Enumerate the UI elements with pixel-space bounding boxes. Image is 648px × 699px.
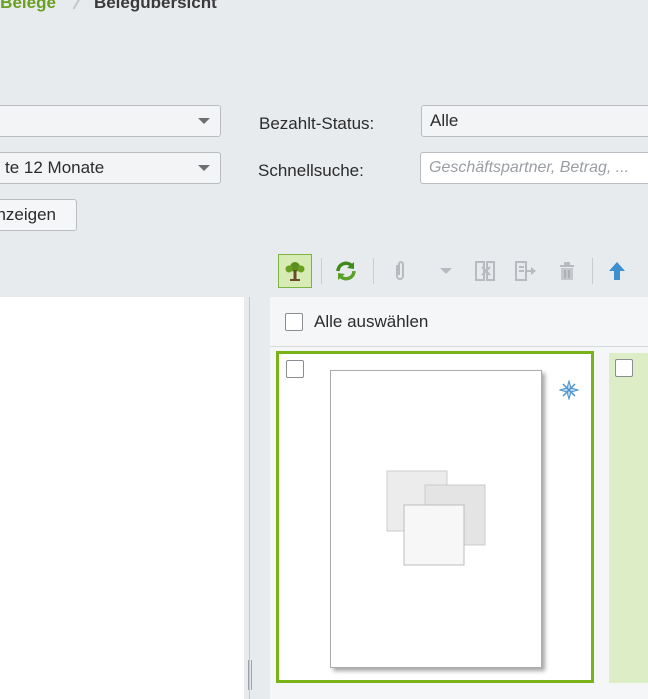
paid-status-label: Bezahlt-Status: (259, 114, 375, 133)
paid-status-value: Alle (430, 111, 459, 130)
quicksearch-input[interactable] (429, 159, 648, 177)
breadcrumb-parent-link[interactable]: e Belege (0, 0, 56, 13)
panel-splitter[interactable] (244, 297, 270, 699)
period-select[interactable]: te 12 Monate (0, 152, 221, 184)
splitter-grip-icon[interactable] (248, 660, 252, 690)
upload-button[interactable] (600, 254, 634, 288)
toolbar-separator (373, 258, 374, 284)
refresh-button[interactable] (329, 254, 363, 288)
toolbar-separator (321, 258, 322, 284)
splitter-line (249, 297, 250, 699)
filter-select-1[interactable] (0, 105, 221, 137)
upload-icon (609, 262, 625, 280)
toolbar-separator (592, 258, 593, 284)
left-panel (0, 297, 244, 699)
split-icon (475, 261, 495, 281)
toolbar (276, 252, 648, 290)
refresh-icon (336, 261, 356, 281)
pin-icon (558, 379, 580, 401)
breadcrumb-current: Belegübersicht (93, 0, 217, 12)
period-value: te 12 Monate (5, 158, 105, 177)
document-thumbnail[interactable] (330, 370, 542, 668)
document-card-checkbox[interactable] (615, 359, 633, 377)
document-list-panel: Alle auswählen (270, 297, 648, 699)
paid-status-select[interactable]: Alle (421, 105, 648, 137)
quicksearch-field[interactable] (420, 152, 648, 184)
quicksearch-label: Schnellsuche: (258, 161, 364, 180)
chevron-down-icon (198, 165, 210, 171)
select-all-checkbox[interactable] (285, 312, 303, 331)
attachment-dropdown-button[interactable] (429, 254, 463, 288)
dropdown-arrow-icon (440, 268, 452, 274)
delete-button[interactable] (550, 254, 584, 288)
show-button-label: nzeigen (0, 205, 56, 224)
tree-icon (285, 262, 305, 281)
attachment-icon (396, 261, 404, 280)
breadcrumb: e Belege Belegübersicht (0, 0, 217, 14)
move-document-button[interactable] (508, 254, 542, 288)
delete-icon (560, 262, 574, 280)
split-document-button[interactable] (468, 254, 502, 288)
show-button[interactable]: nzeigen (0, 199, 77, 231)
select-all-label: Alle auswählen (314, 311, 429, 331)
tree-view-button[interactable] (278, 254, 312, 288)
pin-button[interactable] (558, 379, 580, 405)
attachment-button[interactable] (383, 254, 417, 288)
move-icon (515, 261, 536, 281)
document-card[interactable] (609, 353, 648, 683)
chevron-down-icon (198, 118, 210, 124)
document-card[interactable] (276, 351, 594, 683)
document-card-checkbox[interactable] (286, 360, 304, 378)
select-all-row[interactable]: Alle auswählen (270, 297, 648, 347)
placeholder-image-icon (386, 470, 486, 566)
breadcrumb-separator (72, 0, 82, 10)
